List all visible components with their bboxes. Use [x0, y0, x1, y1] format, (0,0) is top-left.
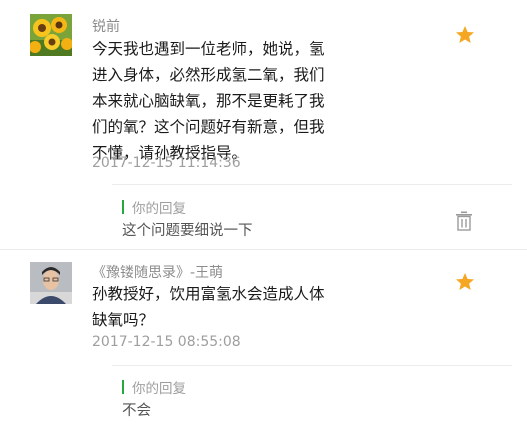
reply-bar — [122, 200, 124, 214]
comment-line: 缺氧吗？ — [92, 311, 155, 329]
comment-timestamp: 2017-12-15 08:55:08 — [92, 334, 241, 350]
author-name: 《豫镂随思录》-王萌 — [92, 265, 224, 281]
reply-text: 这个问题要细说一下 — [122, 223, 253, 239]
reply-label: 你的回复 — [122, 377, 186, 397]
sunflower-avatar[interactable] — [30, 14, 72, 56]
comment-body: 孙教授好，饮用富氢水会造成人体 缺氧吗？ — [92, 281, 362, 333]
comment-item: 《豫镂随思录》-王萌 孙教授好，饮用富氢水会造成人体 缺氧吗？ 2017-12-… — [0, 250, 527, 437]
reply-label-text: 你的回复 — [132, 381, 186, 397]
reply-box: 你的回复 这个问题要细说一下 — [112, 184, 512, 242]
comment-body: 今天我也遇到一位老师，她说，氢 进入身体，必然形成氢二氧，我们 本来就心脑缺氧，… — [92, 36, 362, 166]
reply-box: 你的回复 不会 — [112, 365, 512, 437]
reply-text: 不会 — [122, 403, 151, 419]
comment-line: 孙教授好，饮用富氢水会造成人体 — [92, 285, 325, 303]
star-icon[interactable] — [455, 272, 475, 292]
sunflower-avatar-image — [30, 14, 72, 56]
comment-line: 今天我也遇到一位老师，她说，氢 — [92, 40, 325, 58]
reply-label: 你的回复 — [122, 197, 186, 217]
comment-line: 本来就心脑缺氧，那不是更耗了我 — [92, 92, 325, 110]
star-icon[interactable] — [455, 25, 475, 45]
comment-timestamp: 2017-12-15 11:14:36 — [92, 155, 241, 171]
reply-bar — [122, 380, 124, 394]
author-name: 锐前 — [92, 19, 120, 35]
comment-line: 们的氧？这个问题好有新意，但我 — [92, 118, 325, 136]
person-avatar-image — [30, 262, 72, 304]
comment-line: 进入身体，必然形成氢二氧，我们 — [92, 66, 325, 84]
person-avatar[interactable] — [30, 262, 72, 304]
comment-item: 锐前 今天我也遇到一位老师，她说，氢 进入身体，必然形成氢二氧，我们 本来就心脑… — [0, 0, 527, 250]
reply-label-text: 你的回复 — [132, 201, 186, 217]
trash-icon[interactable] — [455, 211, 473, 231]
